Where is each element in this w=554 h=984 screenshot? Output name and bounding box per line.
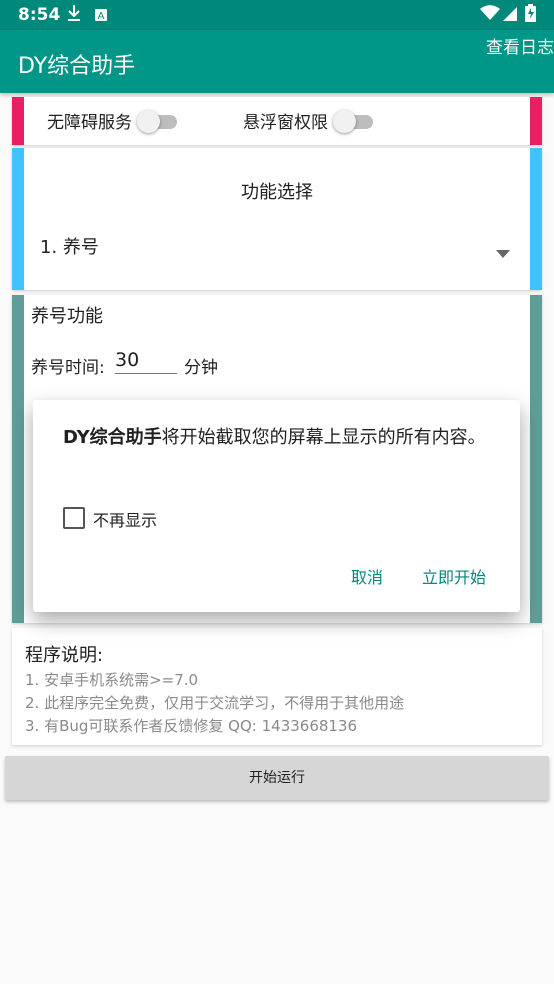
cancel-button[interactable]: 取消 — [351, 564, 383, 588]
dialog-app-name: DY综合助手 — [63, 427, 162, 448]
dialog-message: DY综合助手将开始截取您的屏幕上显示的所有内容。 — [63, 424, 503, 452]
dont-show-again-label[interactable]: 不再显示 — [93, 507, 157, 531]
dont-show-again-checkbox[interactable] — [63, 507, 85, 529]
dialog-message-text: 将开始截取您的屏幕上显示的所有内容。 — [161, 427, 486, 448]
screen-capture-dialog: DY综合助手将开始截取您的屏幕上显示的所有内容。 不再显示 取消 立即开始 — [33, 400, 520, 612]
start-now-button[interactable]: 立即开始 — [422, 564, 486, 588]
